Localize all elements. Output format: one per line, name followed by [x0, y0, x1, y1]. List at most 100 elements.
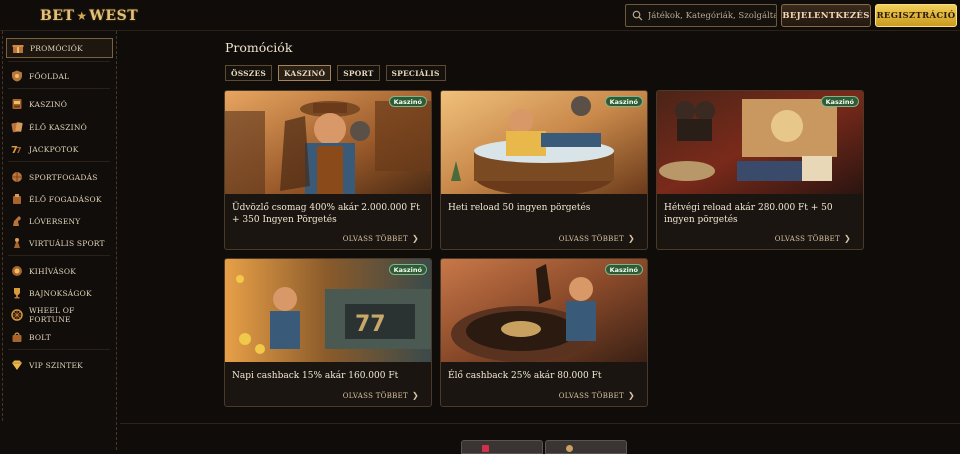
- jackpot-icon: 77: [11, 145, 22, 155]
- top-header: BET ★ WEST BEJELENTKEZÉS REGISZTRÁCIÓ: [0, 0, 960, 31]
- sidebar-item-label: BAJNOKSÁGOK: [29, 288, 92, 298]
- search-input[interactable]: [647, 10, 776, 21]
- category-badge: Kaszinó: [388, 96, 427, 107]
- challenge-icon: [12, 266, 22, 276]
- sidebar-item-label: FŐOLDAL: [29, 71, 70, 81]
- horse-icon: [13, 216, 21, 226]
- wheel-icon: [11, 309, 23, 321]
- sidebar-item-horse-racing[interactable]: LÓVERSENY: [6, 211, 113, 231]
- virtual-icon: [14, 238, 20, 248]
- sidebar-item-label: SPORTFOGADÁS: [29, 172, 98, 182]
- promo-card-daily-cashback[interactable]: 77 Kaszinó Napi cashback 15% akár 160.00…: [224, 258, 432, 407]
- promo-card-weekend-reload[interactable]: Kaszinó Hétvégi reload akár 280.000 Ft +…: [656, 90, 864, 250]
- slot-icon: [482, 445, 489, 452]
- promo-title: Élő cashback 25% akár 80.000 Ft: [448, 371, 602, 381]
- sidebar-item-label: ÉLŐ KASZINÓ: [29, 122, 87, 132]
- tab-special[interactable]: SPECIÁLIS: [385, 65, 446, 81]
- promo-card-weekly-reload[interactable]: Kaszinó Heti reload 50 ingyen pörgetés O…: [440, 90, 648, 250]
- tab-casino[interactable]: KASZINÓ: [278, 65, 332, 81]
- read-more-link[interactable]: OLVASS TÖBBET ❯: [343, 234, 419, 243]
- divider: [8, 255, 110, 256]
- promo-title: Heti reload 50 ingyen pörgetés: [448, 203, 591, 213]
- chevron-right-icon: ❯: [411, 234, 419, 243]
- sidebar-item-wheel-of-fortune[interactable]: WHEEL OF FORTUNE: [6, 305, 113, 325]
- divider: [8, 61, 110, 62]
- divider: [8, 88, 110, 89]
- divider: [8, 349, 110, 350]
- svg-text:77: 77: [355, 312, 386, 337]
- promo-title: Üdvözlő csomag 400% akár 2.000.000 Ft + …: [232, 203, 420, 225]
- footer-divider: [120, 423, 960, 424]
- sidebar-item-jackpots[interactable]: 77 JACKPOTOK: [6, 139, 113, 159]
- sidebar-item-label: KIHÍVÁSOK: [29, 266, 77, 276]
- logo[interactable]: BET ★ WEST: [40, 5, 138, 27]
- bottom-tab-button[interactable]: [545, 440, 627, 454]
- sidebar-item-label: JACKPOTOK: [29, 144, 79, 154]
- trophy-icon: [14, 288, 20, 299]
- chevron-right-icon: ❯: [411, 391, 419, 400]
- shop-icon: [12, 332, 22, 342]
- sidebar-item-shop[interactable]: BOLT: [6, 327, 113, 347]
- divider: [8, 161, 110, 162]
- login-button[interactable]: BEJELENTKEZÉS: [781, 4, 871, 27]
- sidebar-item-live-bets[interactable]: ÉLŐ FOGADÁSOK: [6, 189, 113, 209]
- sidebar-item-vip-levels[interactable]: VIP SZINTEK: [6, 355, 113, 375]
- logo-text-bet: BET: [40, 8, 75, 24]
- live-bet-icon: [13, 194, 21, 204]
- promo-filter-tabs: ÖSSZES KASZINÓ SPORT SPECIÁLIS: [225, 65, 446, 81]
- svg-text:7: 7: [16, 146, 22, 155]
- read-more-link[interactable]: OLVASS TÖBBET ❯: [343, 391, 419, 400]
- sidebar-item-live-casino[interactable]: ÉLŐ KASZINÓ: [6, 117, 113, 137]
- tab-sport[interactable]: SPORT: [337, 65, 380, 81]
- chevron-right-icon: ❯: [627, 391, 635, 400]
- promo-title: Napi cashback 15% akár 160.000 Ft: [232, 371, 399, 381]
- read-more-label: OLVASS TÖBBET: [342, 391, 408, 400]
- read-more-label: OLVASS TÖBBET: [558, 391, 624, 400]
- category-badge: Kaszinó: [820, 96, 859, 107]
- sidebar-divider: [2, 31, 3, 421]
- sidebar-item-label: ÉLŐ FOGADÁSOK: [29, 194, 102, 204]
- diamond-icon: [12, 360, 22, 370]
- register-button[interactable]: REGISZTRÁCIÓ: [875, 4, 957, 27]
- gift-icon: [12, 45, 24, 53]
- casino-icon: [12, 99, 22, 109]
- sidebar-item-home[interactable]: FŐOLDAL: [6, 66, 113, 86]
- sidebar-item-sports-betting[interactable]: SPORTFOGADÁS: [6, 167, 113, 187]
- search-icon: [632, 10, 643, 21]
- promo-card-live-cashback[interactable]: Kaszinó Élő cashback 25% akár 80.000 Ft …: [440, 258, 648, 407]
- sidebar-item-label: VIP SZINTEK: [29, 360, 83, 370]
- bottom-tab-button[interactable]: [461, 440, 543, 454]
- category-badge: Kaszinó: [604, 264, 643, 275]
- sidebar-item-label: KASZINÓ: [29, 99, 68, 109]
- logo-text-west: WEST: [89, 8, 139, 24]
- sidebar-item-tournaments[interactable]: BAJNOKSÁGOK: [6, 283, 113, 303]
- promo-title: Hétvégi reload akár 280.000 Ft + 50 ingy…: [664, 203, 833, 225]
- sidebar-item-label: VIRTUÁLIS SPORT: [29, 238, 105, 248]
- read-more-link[interactable]: OLVASS TÖBBET ❯: [775, 234, 851, 243]
- read-more-label: OLVASS TÖBBET: [342, 234, 408, 243]
- read-more-label: OLVASS TÖBBET: [558, 234, 624, 243]
- cards-icon: [11, 122, 23, 133]
- sidebar-item-promotions[interactable]: PROMÓCIÓK: [6, 38, 113, 58]
- tab-all[interactable]: ÖSSZES: [225, 65, 273, 81]
- promo-card-welcome[interactable]: Kaszinó Üdvözlő csomag 400% akár 2.000.0…: [224, 90, 432, 250]
- category-badge: Kaszinó: [388, 264, 427, 275]
- read-more-link[interactable]: OLVASS TÖBBET ❯: [559, 391, 635, 400]
- chevron-right-icon: ❯: [627, 234, 635, 243]
- ball-icon: [12, 172, 22, 182]
- read-more-label: OLVASS TÖBBET: [774, 234, 840, 243]
- sidebar-item-challenges[interactable]: KIHÍVÁSOK: [6, 261, 113, 281]
- sidebar-item-label: BOLT: [29, 332, 51, 342]
- read-more-link[interactable]: OLVASS TÖBBET ❯: [559, 234, 635, 243]
- sidebar-item-label: LÓVERSENY: [29, 216, 81, 226]
- shield-icon: [12, 70, 22, 82]
- page-title: Promóciók: [225, 40, 293, 55]
- sidebar-item-virtual-sports[interactable]: VIRTUÁLIS SPORT: [6, 233, 113, 253]
- star-icon: ★: [76, 9, 88, 23]
- category-badge: Kaszinó: [604, 96, 643, 107]
- sidebar-item-label: PROMÓCIÓK: [30, 43, 83, 53]
- search-box[interactable]: [625, 4, 777, 27]
- live-icon: [566, 445, 573, 452]
- sidebar-item-label: WHEEL OF FORTUNE: [29, 306, 75, 324]
- sidebar-item-casino[interactable]: KASZINÓ: [6, 94, 113, 114]
